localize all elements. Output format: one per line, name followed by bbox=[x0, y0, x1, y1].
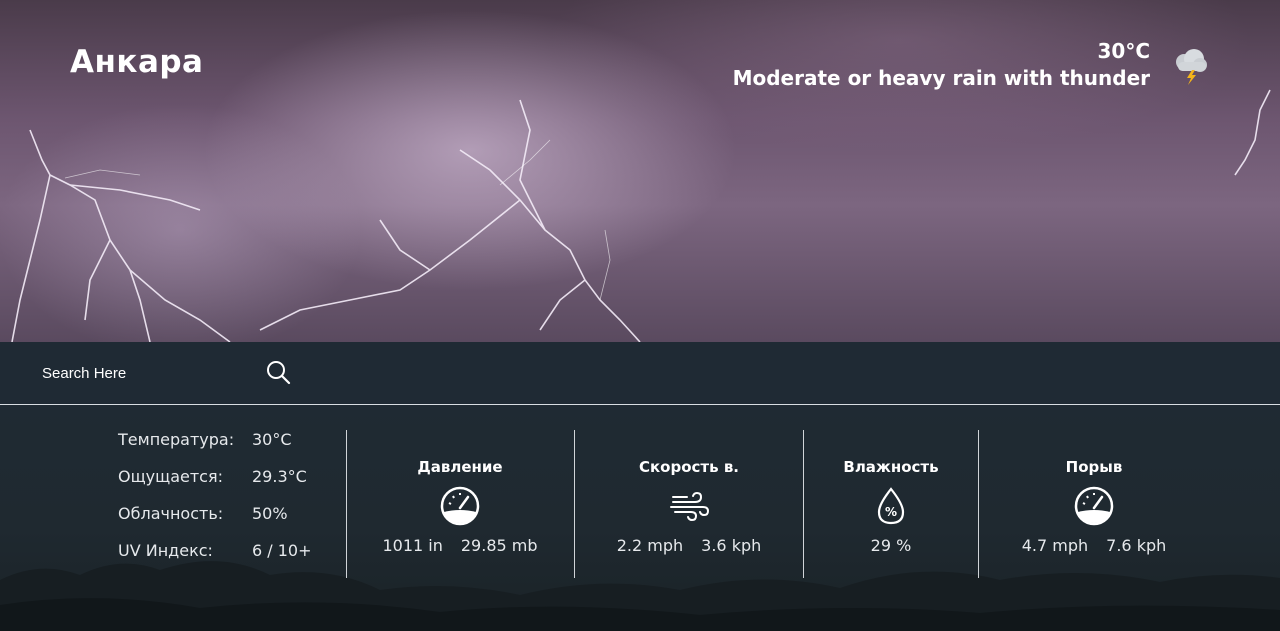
stat-row-cloudiness: Облачность: 50% bbox=[118, 504, 312, 541]
gust-card: Порыв 4.7 mph 7.6 kph bbox=[994, 458, 1194, 555]
pressure-value-mb: 29.85 mb bbox=[460, 536, 538, 555]
humidity-values: 29 % bbox=[810, 536, 972, 555]
stat-label: Температура: bbox=[118, 430, 235, 449]
search-icon[interactable] bbox=[264, 358, 292, 386]
humidity-value: 29 % bbox=[870, 536, 912, 555]
pressure-values: 1011 in 29.85 mb bbox=[360, 536, 560, 555]
gauge-icon bbox=[440, 486, 480, 526]
current-condition: Moderate or heavy rain with thunder bbox=[732, 66, 1150, 90]
humidity-title: Влажность bbox=[843, 458, 939, 476]
svg-text:%: % bbox=[885, 505, 897, 519]
gust-values: 4.7 mph 7.6 kph bbox=[994, 536, 1194, 555]
city-name: Анкара bbox=[70, 44, 204, 80]
wind-icon bbox=[670, 491, 709, 522]
stat-value: 6 / 10+ bbox=[252, 541, 312, 560]
stat-row-uv-index: UV Индекс: 6 / 10+ bbox=[118, 541, 312, 578]
humidity-drop-icon: % bbox=[877, 487, 905, 525]
stat-value: 30°C bbox=[252, 430, 292, 449]
wind-value-kph: 3.6 kph bbox=[701, 536, 762, 555]
gust-title: Порыв bbox=[1065, 458, 1123, 476]
stat-label: UV Индекс: bbox=[118, 541, 213, 560]
search-input[interactable] bbox=[30, 356, 274, 390]
wind-title: Скорость в. bbox=[638, 458, 740, 476]
wind-card: Скорость в. 2.2 mph 3.6 kph bbox=[589, 458, 789, 555]
column-divider bbox=[978, 430, 979, 578]
gust-value-mph: 4.7 mph bbox=[1021, 536, 1089, 555]
gauge-icon bbox=[1074, 486, 1114, 526]
stat-row-temperature: Температура: 30°C bbox=[118, 430, 312, 467]
wind-value-mph: 2.2 mph bbox=[616, 536, 684, 555]
hero-banner: Анкара 30°C Moderate or heavy rain with … bbox=[0, 0, 1280, 342]
stat-value: 50% bbox=[252, 504, 288, 523]
stat-label: Облачность: bbox=[118, 504, 224, 523]
current-temperature: 30°C bbox=[1097, 39, 1150, 63]
stat-label: Ощущается: bbox=[118, 467, 223, 486]
search-bar bbox=[0, 342, 1280, 404]
humidity-card: Влажность % 29 % bbox=[810, 458, 972, 555]
stat-value: 29.3°C bbox=[252, 467, 307, 486]
wind-values: 2.2 mph 3.6 kph bbox=[589, 536, 789, 555]
pressure-card: Давление 1011 in 29.85 mb bbox=[360, 458, 560, 555]
pressure-title: Давление bbox=[417, 458, 503, 476]
pressure-value-in: 1011 in bbox=[382, 536, 443, 555]
thunderstorm-icon bbox=[1176, 49, 1207, 85]
column-divider bbox=[574, 430, 575, 578]
stat-row-feels-like: Ощущается: 29.3°C bbox=[118, 467, 312, 504]
gust-value-kph: 7.6 kph bbox=[1106, 536, 1167, 555]
column-divider bbox=[803, 430, 804, 578]
current-weather: 30°C Moderate or heavy rain with thunder bbox=[733, 38, 1150, 92]
stats-list: Температура: 30°C Ощущается: 29.3°C Обла… bbox=[118, 430, 312, 578]
column-divider bbox=[346, 430, 347, 578]
